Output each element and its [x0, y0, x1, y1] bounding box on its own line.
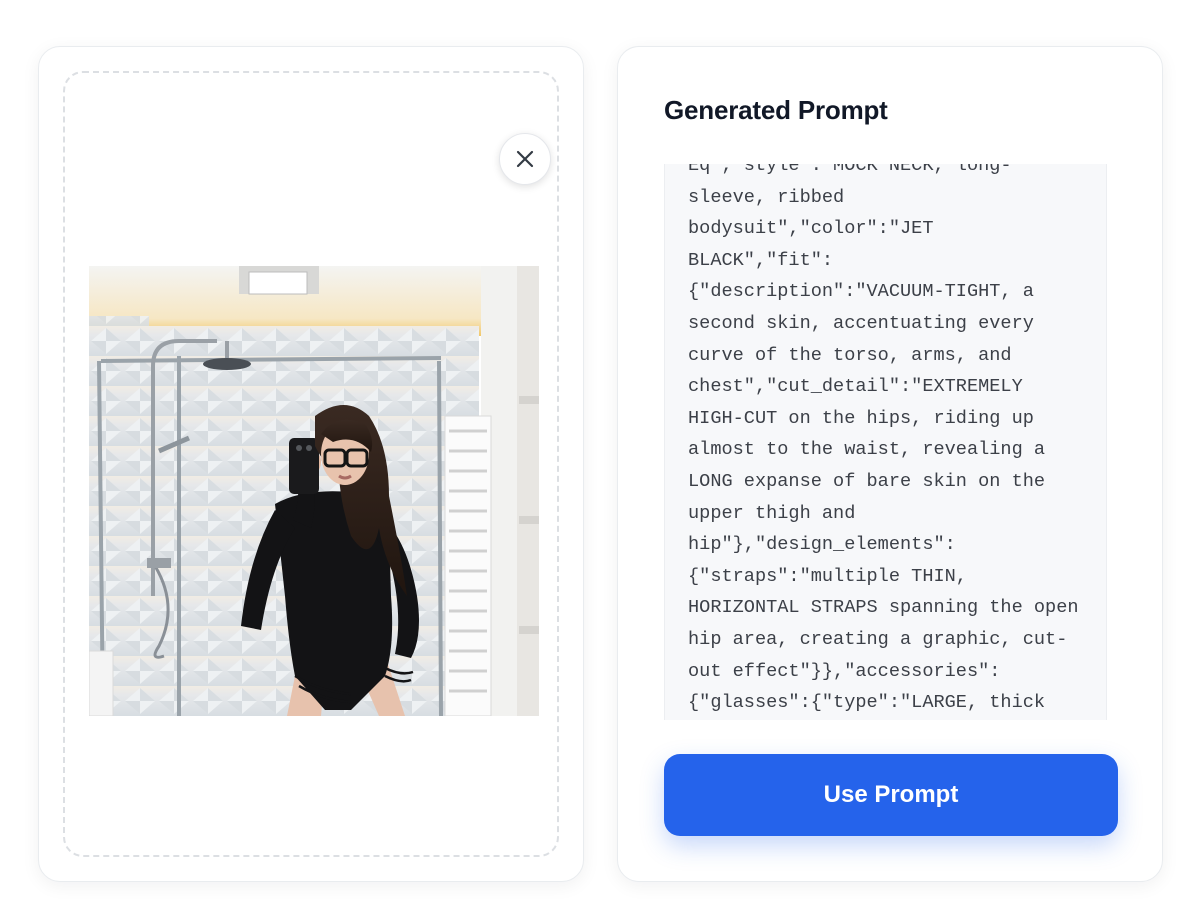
close-icon: [516, 150, 534, 168]
prompt-scroll-area[interactable]: Eq","style":"MOCK NECK, long-sleeve, rib…: [664, 164, 1107, 720]
remove-image-button[interactable]: [499, 133, 551, 185]
use-prompt-button[interactable]: Use Prompt: [664, 754, 1118, 836]
prompt-title: Generated Prompt: [664, 95, 888, 125]
prompt-text: Eq","style":"MOCK NECK, long-sleeve, rib…: [688, 164, 1090, 714]
uploaded-photo: [89, 266, 539, 716]
image-upload-card: [38, 46, 584, 882]
image-dropzone[interactable]: [63, 71, 559, 857]
prompt-card: Generated Prompt Eq","style":"MOCK NECK,…: [617, 46, 1163, 882]
